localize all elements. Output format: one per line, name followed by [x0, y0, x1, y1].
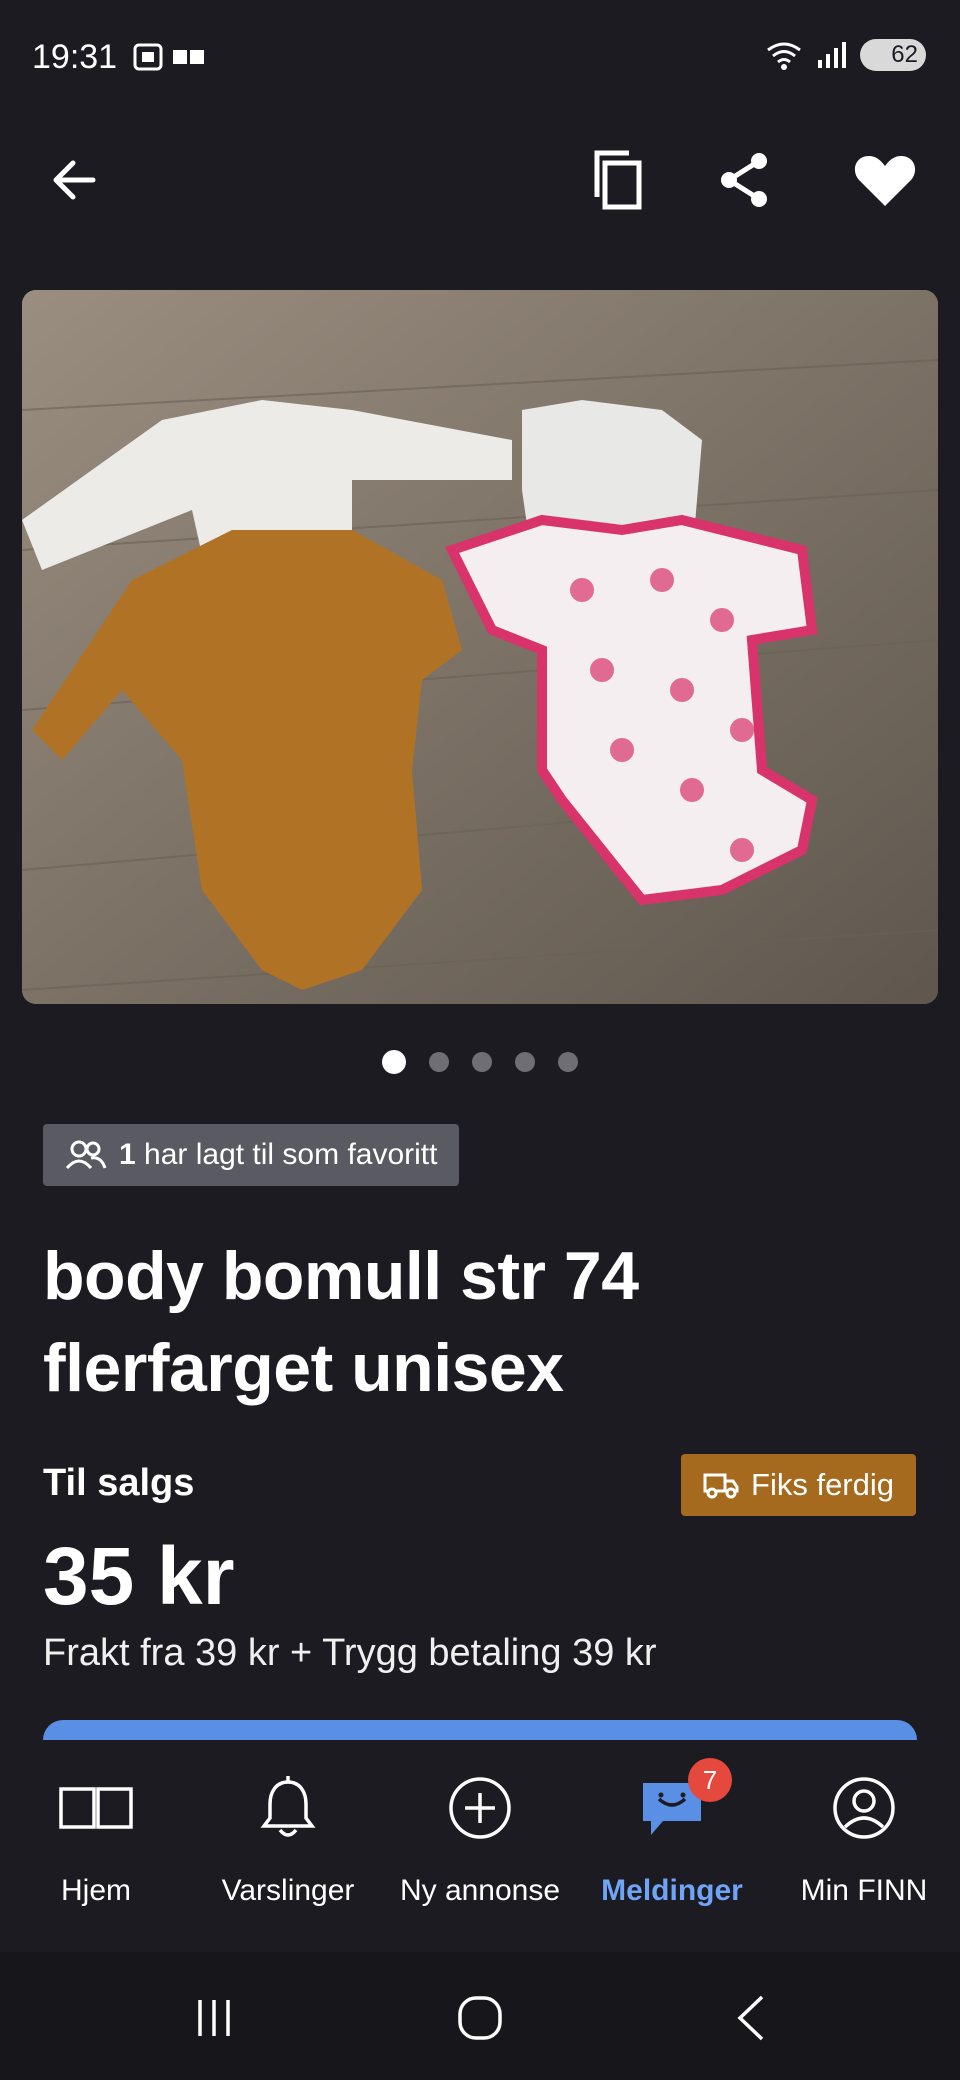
- nav-item-varslinger[interactable]: Varslinger: [192, 1768, 384, 1908]
- shipping-info: Frakt fra 39 kr + Trygg betaling 39 kr: [43, 1632, 657, 1674]
- top-action-bar: [0, 140, 960, 230]
- home-circle-icon: [458, 1996, 502, 2040]
- recents-icon: [198, 2000, 230, 2036]
- copy-icon: [594, 150, 642, 210]
- product-image[interactable]: [22, 290, 938, 1004]
- favorite-button[interactable]: [845, 140, 925, 220]
- nav-item-min-finn[interactable]: Min FINN: [768, 1768, 960, 1908]
- nav-label: Varslinger: [221, 1874, 355, 1907]
- status-time: 19:31: [32, 38, 118, 76]
- favorites-count: 1: [119, 1138, 136, 1171]
- nav-label: Meldinger: [601, 1874, 743, 1907]
- recents-button[interactable]: [184, 1988, 244, 2048]
- plus-circle-icon: [449, 1777, 511, 1839]
- notification-icon: [173, 50, 204, 64]
- signal-icon: [818, 42, 846, 68]
- share-icon: [721, 153, 767, 207]
- pager-dot[interactable]: [558, 1052, 578, 1072]
- listing-title: body bomull str 74 flerfarget unisex: [43, 1238, 639, 1406]
- system-back-button[interactable]: [722, 1988, 782, 2048]
- wifi-icon: [767, 42, 801, 70]
- copy-button[interactable]: [578, 140, 658, 220]
- bottom-navigation: Hjem Varslinger Ny annonse 7 Meldinger M…: [0, 1740, 960, 1952]
- pager-dot[interactable]: [472, 1052, 492, 1072]
- delivery-truck-icon: [703, 1473, 739, 1499]
- nav-label: Ny annonse: [399, 1874, 561, 1907]
- image-pager: [0, 1050, 960, 1074]
- nav-label: Hjem: [60, 1874, 131, 1907]
- fiks-ferdig-badge[interactable]: Fiks ferdig: [681, 1454, 916, 1516]
- listing-status: Til salgs: [43, 1462, 195, 1504]
- nav-label: Min FINN: [800, 1874, 928, 1907]
- nav-item-hjem[interactable]: Hjem: [0, 1768, 192, 1908]
- battery-indicator: 62: [860, 39, 926, 71]
- arrow-left-icon: [53, 160, 96, 200]
- status-left-icons: [132, 42, 206, 72]
- book-icon: [59, 1787, 133, 1829]
- product-photo-illustration: [22, 290, 938, 1004]
- price: 35 kr: [43, 1531, 235, 1622]
- status-right-icons: 62: [764, 38, 926, 72]
- people-icon: [65, 1140, 107, 1170]
- system-navigation-bar: [0, 1952, 960, 2080]
- battery-level: 62: [891, 41, 918, 68]
- profile-icon: [833, 1777, 895, 1839]
- status-bar: 19:31 62: [0, 0, 960, 110]
- share-button[interactable]: [704, 140, 784, 220]
- pager-dot[interactable]: [382, 1050, 406, 1074]
- chevron-left-icon: [737, 1995, 764, 2041]
- back-button[interactable]: [34, 140, 114, 220]
- nav-item-meldinger[interactable]: 7 Meldinger: [576, 1758, 768, 1908]
- home-button[interactable]: [450, 1988, 510, 2048]
- screen-capture-icon: [133, 43, 163, 71]
- unread-messages-badge: 7: [688, 1758, 732, 1802]
- pager-dot[interactable]: [515, 1052, 535, 1072]
- favorites-count-badge: 1 har lagt til som favoritt: [43, 1124, 460, 1186]
- heart-icon: [854, 156, 916, 206]
- bell-icon: [260, 1776, 316, 1837]
- favorites-text: har lagt til som favoritt: [144, 1138, 438, 1171]
- nav-item-ny-annonse[interactable]: Ny annonse: [384, 1768, 576, 1908]
- pager-dot[interactable]: [429, 1052, 449, 1072]
- fiks-ferdig-label: Fiks ferdig: [751, 1467, 894, 1502]
